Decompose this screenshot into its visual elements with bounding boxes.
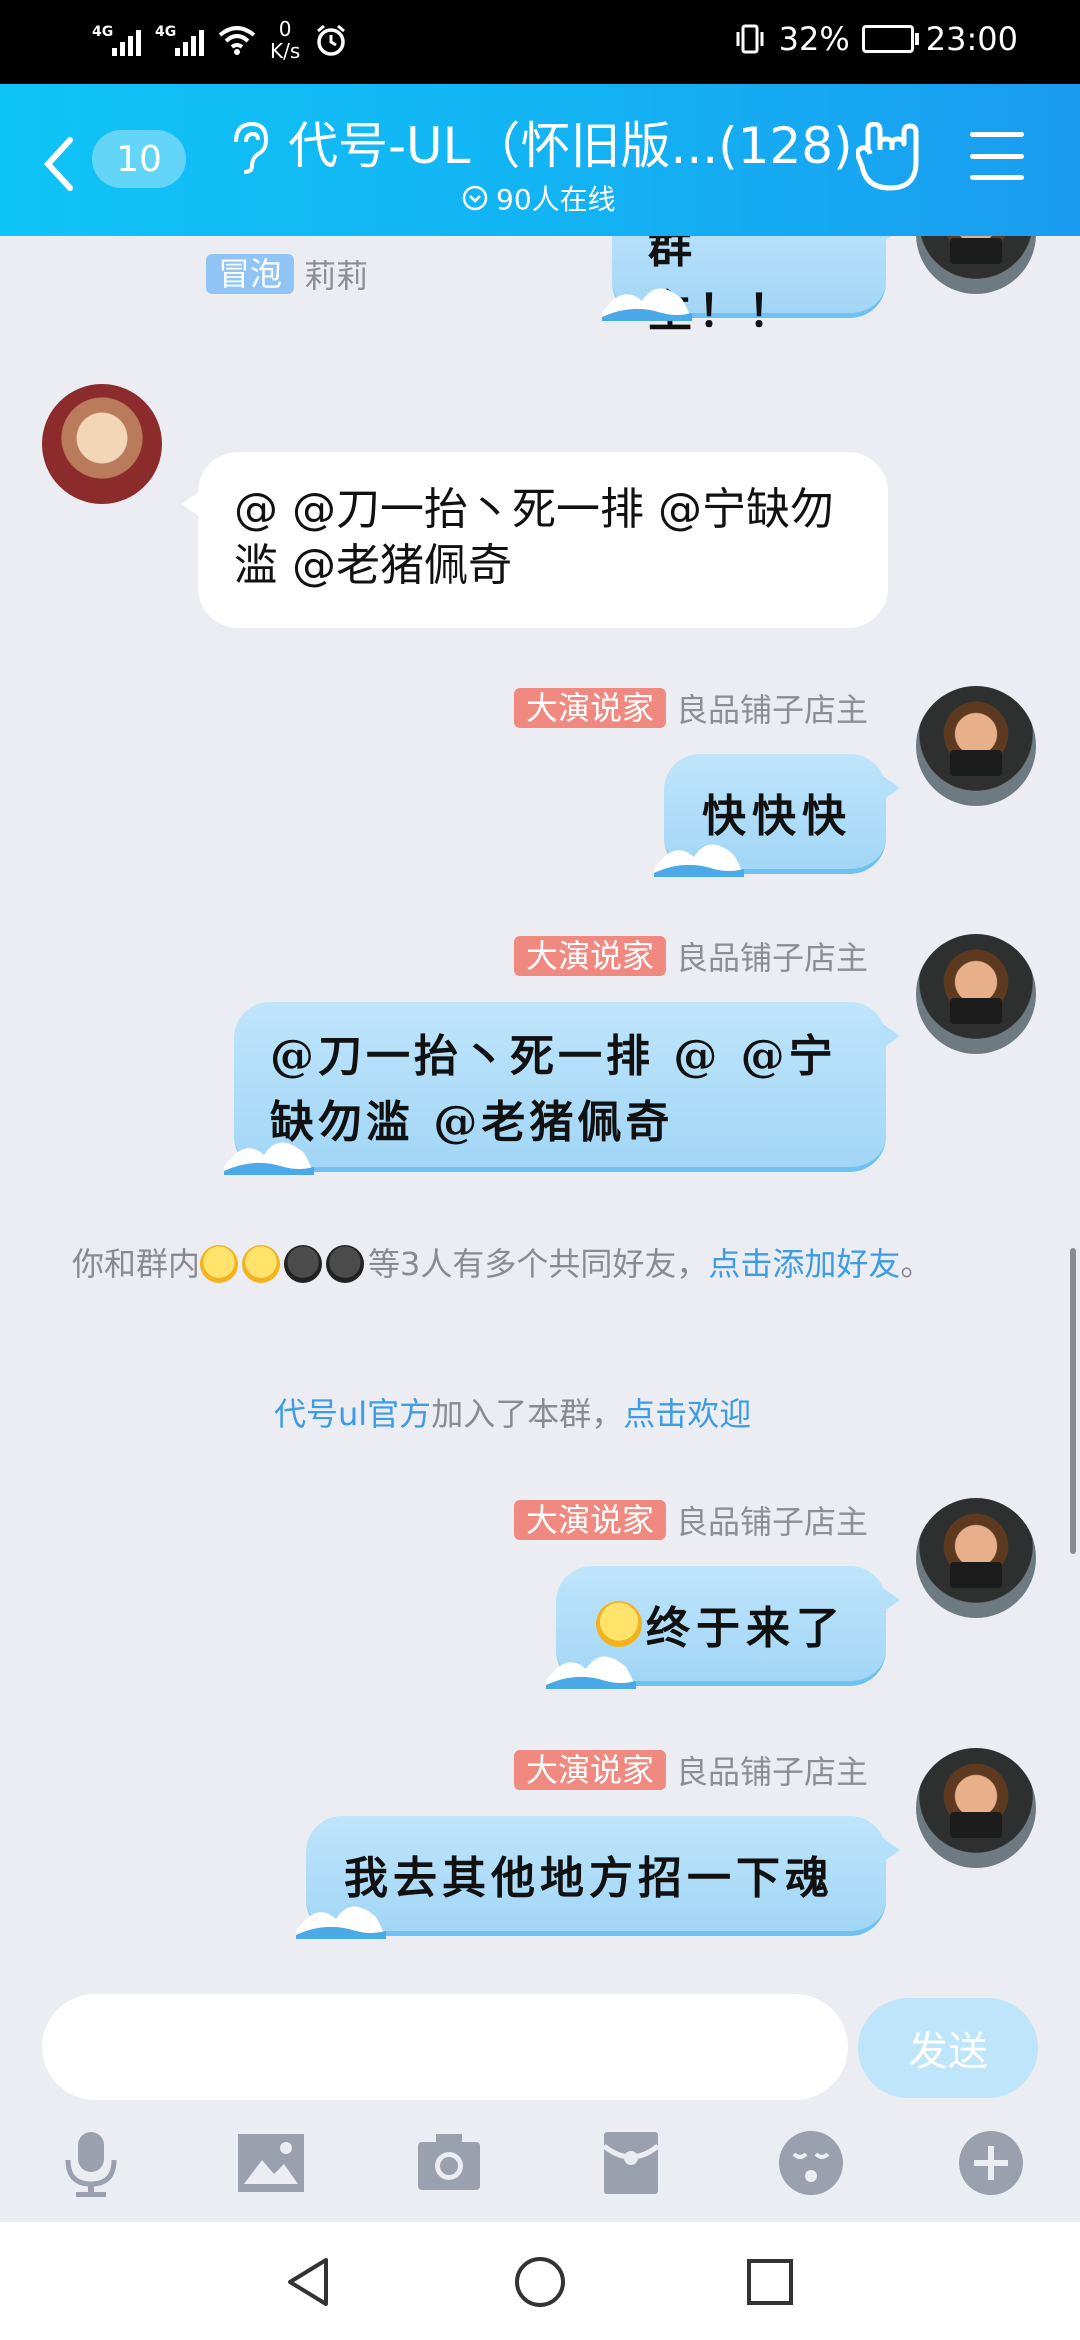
sender-name: 莉莉 — [304, 257, 369, 295]
alarm-icon — [317, 24, 346, 56]
back-button[interactable] — [40, 124, 100, 204]
system-navigation-bar — [0, 2222, 1080, 2340]
vibrate-icon — [736, 24, 764, 54]
message-bubble[interactable]: 终于来了 — [546, 1566, 900, 1689]
status-left: 4G 4G 0 K/s — [92, 18, 348, 62]
sender-name: 良品铺子店主 — [675, 939, 868, 977]
avatar[interactable] — [916, 236, 1036, 294]
menu-icon[interactable] — [970, 132, 1024, 180]
microphone-icon[interactable] — [56, 2128, 126, 2198]
sender-meta: 大演说家 良品铺子店主 — [513, 686, 868, 730]
home-circle-icon[interactable] — [512, 2254, 568, 2310]
wave-decoration-icon — [224, 1142, 314, 1175]
wifi-icon — [218, 26, 256, 55]
joined-user-link[interactable]: 代号ul官方 — [274, 1395, 431, 1433]
chat-area[interactable]: 群主！！ 冒泡 莉莉 @ @刀一抬丶死一排 @宁缺勿滥 @老猪佩奇 大演说家 良… — [0, 236, 1080, 1976]
back-triangle-icon[interactable] — [282, 2254, 338, 2310]
net-speed-unit: K/s — [270, 39, 301, 63]
avatar[interactable] — [916, 1748, 1036, 1868]
sender-meta: 大演说家 良品铺子店主 — [513, 1748, 868, 1792]
message-text: @刀一抬丶死一排 @ @宁缺勿滥 @老猪佩奇 — [270, 1031, 837, 1148]
sender-name: 良品铺子店主 — [675, 1503, 868, 1541]
wave-decoration-icon — [654, 844, 744, 877]
message-input[interactable] — [42, 1994, 848, 2100]
notice-text: 等3人有多个共同好友， — [368, 1245, 709, 1283]
avatar[interactable] — [42, 384, 162, 504]
notice-text: 。 — [900, 1245, 933, 1283]
image-icon[interactable] — [236, 2128, 306, 2198]
recents-square-icon[interactable] — [742, 2254, 798, 2310]
message-text: 终于来了 — [646, 1602, 846, 1654]
avatar[interactable] — [916, 934, 1036, 1054]
sender-name: 良品铺子店主 — [675, 691, 868, 729]
chevron-left-icon — [43, 137, 73, 191]
send-button[interactable]: 发送 — [858, 1998, 1038, 2098]
red-packet-icon[interactable] — [596, 2128, 666, 2198]
avatar[interactable] — [916, 1498, 1036, 1618]
chevron-down-circle-icon — [462, 185, 488, 211]
add-friends-link[interactable]: 点击添加好友 — [708, 1245, 900, 1283]
message-bubble[interactable]: 我去其他地方招一下魂 — [296, 1816, 900, 1939]
member-badge: 大演说家 — [513, 1500, 666, 1540]
signal-icon: 4G — [155, 24, 204, 56]
sender-meta: 冒泡 莉莉 — [206, 252, 368, 296]
wave-decoration-icon — [602, 288, 692, 321]
sender-meta: 大演说家 良品铺子店主 — [513, 1498, 868, 1542]
signal-icon: 4G — [92, 24, 141, 56]
camera-icon[interactable] — [414, 2128, 484, 2198]
member-badge: 大演说家 — [513, 688, 666, 728]
network-type-label: 4G — [155, 24, 177, 40]
message-bubble[interactable]: 群主！！ — [602, 236, 900, 337]
battery-icon — [861, 25, 919, 53]
avatar[interactable] — [916, 686, 1036, 806]
smirk-emoji-icon — [200, 1245, 239, 1283]
input-area: 发送 — [0, 1976, 1080, 2222]
online-count-label: 90人在线 — [496, 183, 616, 216]
welcome-link[interactable]: 点击欢迎 — [623, 1395, 751, 1433]
message-bubble[interactable]: 快快快 — [654, 754, 900, 877]
unread-count-badge[interactable]: 10 — [92, 130, 186, 188]
clock: 23:00 — [925, 20, 1018, 58]
net-speed: 0 K/s — [270, 18, 300, 62]
notice-text: 加入了本群， — [431, 1395, 624, 1433]
message-text: 我去其他地方招一下魂 — [344, 1852, 834, 1904]
dark-smirk-emoji-icon — [326, 1245, 365, 1283]
message-bubble[interactable]: @ @刀一抬丶死一排 @宁缺勿滥 @老猪佩奇 — [182, 452, 888, 628]
smirk-emoji-icon — [242, 1245, 281, 1283]
plus-icon[interactable] — [956, 2128, 1026, 2198]
wave-decoration-icon — [296, 1906, 386, 1939]
status-bar: 4G 4G 0 K/s 32% 23:00 — [0, 0, 1080, 84]
battery-percent: 32% — [778, 20, 850, 58]
dark-smirk-emoji-icon — [284, 1245, 323, 1283]
rock-hand-icon[interactable] — [856, 122, 920, 192]
emoji-icon[interactable] — [776, 2128, 846, 2198]
input-toolbar — [0, 2124, 1080, 2204]
group-title[interactable]: 代号-UL（怀旧版...(128) — [288, 106, 853, 178]
message-bubble[interactable]: @刀一抬丶死一排 @ @宁缺勿滥 @老猪佩奇 — [224, 1002, 900, 1175]
member-badge: 大演说家 — [513, 1750, 666, 1790]
sender-name: 良品铺子店主 — [675, 1753, 868, 1791]
join-notice: 代号ul官方加入了本群，点击欢迎 — [274, 1392, 751, 1436]
sly-emoji-icon — [596, 1600, 642, 1647]
member-badge: 冒泡 — [206, 254, 295, 294]
wave-decoration-icon — [546, 1656, 636, 1689]
net-speed-value: 0 — [278, 17, 292, 41]
status-right: 32% 23:00 — [733, 20, 1018, 58]
scrollbar[interactable] — [1070, 1248, 1076, 1554]
message-text: @ @刀一抬丶死一排 @宁缺勿滥 @老猪佩奇 — [234, 484, 834, 591]
mutual-friends-notice: 你和群内 等3人有多个共同好友，点击添加好友。 — [72, 1242, 972, 1286]
sender-meta: 大演说家 良品铺子店主 — [513, 934, 868, 978]
network-type-label: 4G — [92, 24, 114, 40]
online-count[interactable]: 90人在线 — [462, 178, 616, 218]
ear-icon[interactable] — [226, 120, 270, 174]
member-badge: 大演说家 — [513, 936, 666, 976]
chat-header: 10 代号-UL（怀旧版...(128) 90人在线 — [0, 84, 1080, 236]
notice-text: 你和群内 — [72, 1245, 201, 1283]
